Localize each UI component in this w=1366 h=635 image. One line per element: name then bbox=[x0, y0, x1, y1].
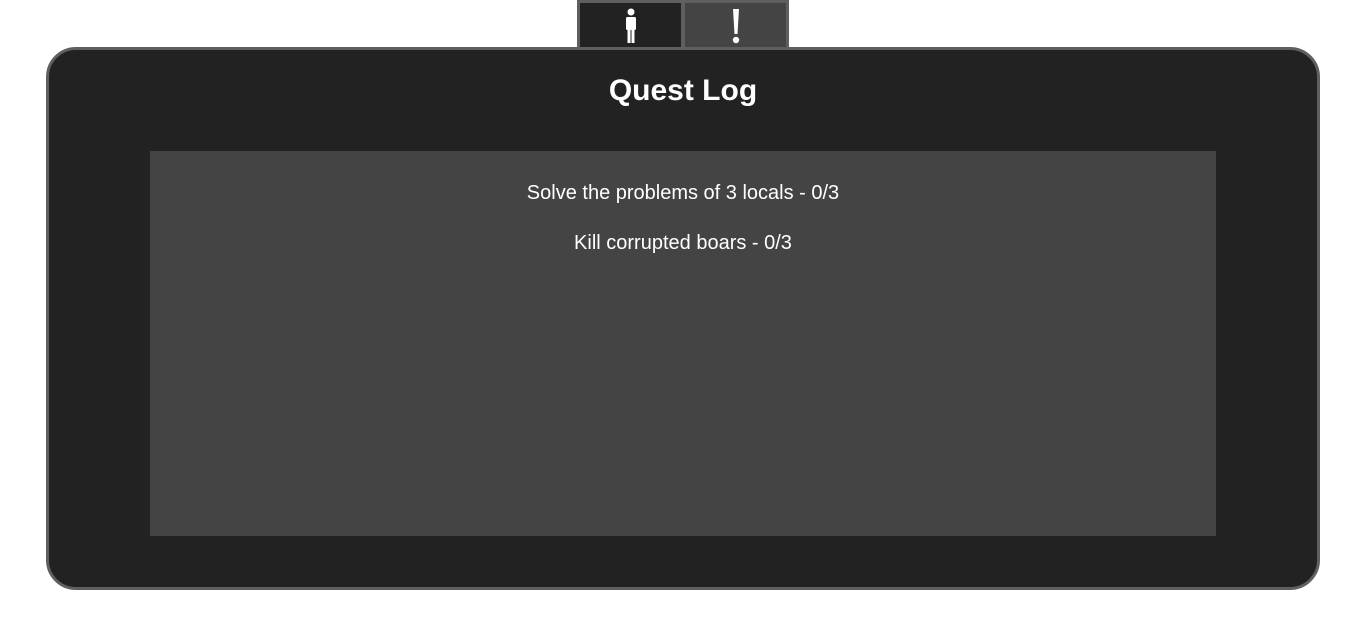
exclamation-icon bbox=[732, 8, 739, 43]
quest-item[interactable]: Solve the problems of 3 locals - 0/3 bbox=[150, 182, 1216, 205]
quest-log-title: Quest Log bbox=[608, 74, 758, 107]
tab-character[interactable] bbox=[580, 3, 681, 48]
quest-log-panel: Quest Log Solve the problems of 3 locals… bbox=[46, 47, 1320, 590]
quest-list: Solve the problems of 3 locals - 0/3 Kil… bbox=[150, 151, 1216, 536]
person-icon bbox=[625, 8, 636, 43]
tab-quests[interactable] bbox=[685, 3, 786, 48]
panel-tab-bar bbox=[577, 0, 789, 48]
quest-item[interactable]: Kill corrupted boars - 0/3 bbox=[150, 232, 1216, 255]
